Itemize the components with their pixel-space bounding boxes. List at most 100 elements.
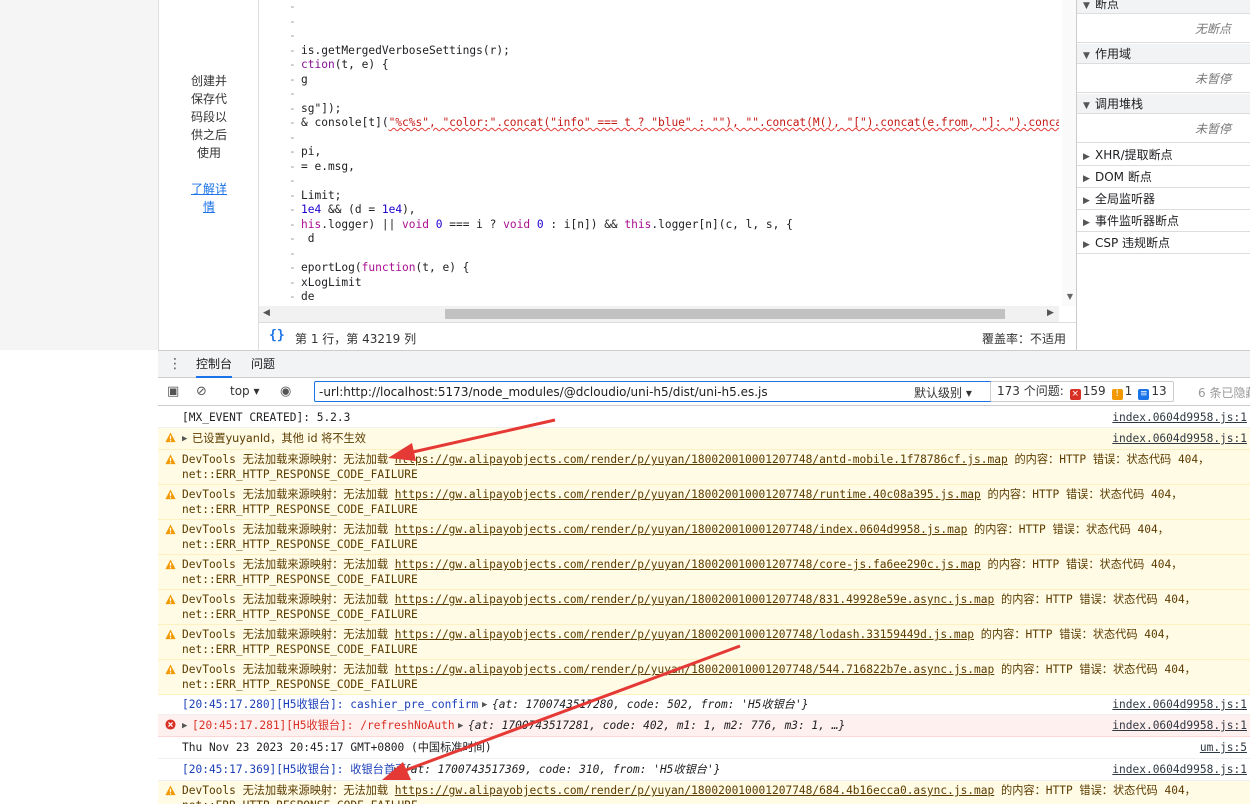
warning-icon [165,594,176,605]
collapse-triangle-icon: ▶ [1083,240,1090,250]
error-icon [165,719,176,730]
expand-triangle-icon: ▼ [1083,101,1090,111]
source-map-link[interactable]: https://gw.alipayobjects.com/render/p/yu… [395,593,994,606]
source-map-link[interactable]: https://gw.alipayobjects.com/render/p/yu… [395,523,968,536]
expand-triangle-icon[interactable]: ▶ [482,698,487,713]
code-line: - eportLog(function(t, e) { [289,261,470,274]
editor-vertical-scrollbar[interactable]: ▼ [1062,0,1076,306]
snippets-hint: 创建并 保存代 码段以 供之后 使用 [190,74,227,160]
scroll-left-icon[interactable]: ◀ [263,308,270,318]
warning-icon [165,559,176,570]
source-link[interactable]: um.js:5 [1200,741,1247,756]
breakpoints-header[interactable]: ▼ 断点 [1077,0,1250,14]
code-line: - sg"]); [289,101,342,115]
source-link[interactable]: index.0604d9958.js:1 [1112,719,1247,734]
snippets-pane: 创建并 保存代 码段以 供之后 使用 了解详 情 [158,0,258,350]
scroll-right-icon[interactable]: ▶ [1047,308,1054,318]
source-link[interactable]: index.0604d9958.js:1 [1112,763,1247,778]
log-level-select[interactable]: 默认级别 ▾ [914,384,972,401]
expand-triangle-icon[interactable]: ▶ [182,719,187,734]
source-link[interactable]: index.0604d9958.js:1 [1112,432,1247,447]
console-message: DevTools 无法加载来源映射：无法加载 https://gw.alipay… [158,625,1250,660]
issues-counter[interactable]: 173 个问题: × 159! 1 ≡ 13 [990,381,1174,402]
code-line: - & console[t]("%c%s", "color:".concat("i… [289,116,1059,129]
context-select[interactable]: top ▾ [230,384,260,398]
expand-triangle-icon[interactable]: ▶ [394,763,399,778]
scrollbar-thumb[interactable] [445,309,1005,319]
scope-header[interactable]: ▼ 作用域 [1077,44,1250,64]
scope-empty: 未暂停 [1077,65,1250,93]
expand-triangle-icon[interactable]: ▶ [458,719,463,734]
code-line: - [289,246,296,260]
more-options-icon[interactable]: ⋮ [168,356,182,372]
scroll-down-icon[interactable]: ▼ [1067,292,1073,301]
console-message: DevTools 无法加载来源映射：无法加载 https://gw.alipay… [158,450,1250,485]
clear-console-icon[interactable]: ⊘ [196,384,207,399]
callstack-header[interactable]: ▼ 调用堆栈 [1077,94,1250,114]
xhr-breakpoints[interactable]: ▶ XHR/提取断点 [1077,144,1250,166]
coverage-status: 覆盖率：不适用 [981,332,1066,346]
global-listeners[interactable]: ▶ 全局监听器 [1077,188,1250,210]
expand-triangle-icon[interactable]: ▶ [182,432,187,447]
console-message: Thu Nov 23 2023 20:45:17 GMT+0800 (中国标准时… [158,737,1250,759]
console-message: DevTools 无法加载来源映射：无法加载 https://gw.alipay… [158,485,1250,520]
source-link[interactable]: index.0604d9958.js:1 [1112,411,1247,426]
event-listener-breakpoints[interactable]: ▶ 事件监听器断点 [1077,210,1250,232]
code-line: -1e4 && (d = 1e4), [289,203,416,216]
hidden-count: 6 条已隐藏 [1198,386,1250,400]
console-message: ▶ [20:45:17.281][H5收银台]: /refreshNoAuth … [158,715,1250,737]
page-background [0,0,158,350]
code-line: - Limit; [289,188,342,202]
sidebar-toggle-icon[interactable]: ▣ [167,384,179,399]
collapse-triangle-icon: ▶ [1083,174,1090,184]
code-line: - = e.msg, [289,159,355,173]
expand-triangle-icon: ▼ [1083,1,1090,11]
console-message: DevTools 无法加载来源映射：无法加载 https://gw.alipay… [158,520,1250,555]
csp-violation-breakpoints[interactable]: ▶ CSP 违规断点 [1077,232,1250,254]
code-line: - d [289,232,315,245]
cursor-position: 第 1 行，第 43219 列 [295,332,417,346]
warning-icon [165,454,176,465]
tab-console[interactable]: 控制台 [196,351,233,378]
console-message: ▶ 已设置yuyanId，其他 id 将不生效 index.0604d9958.… [158,428,1250,450]
eye-icon[interactable]: ◉ [280,384,291,399]
code-line: - de [289,290,315,303]
source-editor[interactable]: - - - - is.getMergedVerboseSettings(r); -… [258,0,1076,322]
console-message: [20:45:17.369][H5收银台]: 收银台首页 ▶ {at: 1700… [158,759,1250,781]
collapse-triangle-icon: ▶ [1083,152,1090,162]
collapse-triangle-icon: ▶ [1083,196,1090,206]
collapse-triangle-icon: ▶ [1083,218,1090,228]
source-map-link[interactable]: https://gw.alipayobjects.com/render/p/yu… [395,663,994,676]
console-message: DevTools 无法加载来源映射：无法加载 https://gw.alipay… [158,555,1250,590]
warning-icon [165,524,176,535]
tab-issues[interactable]: 问题 [251,351,275,378]
console-toolbar: ▣ ⊘ top ▾ ◉ × 默认级别 ▾ 173 个问题:×159!1≡13 6… [158,378,1250,406]
source-map-link[interactable]: https://gw.alipayobjects.com/render/p/yu… [395,488,981,501]
code-line: - pi, [289,145,322,158]
info-icon: ≡ [1138,389,1150,400]
pretty-print-icon[interactable]: {} [269,328,285,343]
code-lines: - - - - is.getMergedVerboseSettings(r); -… [259,0,1059,308]
code-line: - [289,14,296,28]
source-map-link[interactable]: https://gw.alipayobjects.com/render/p/yu… [395,784,994,797]
code-line: - [289,29,296,42]
callstack-empty: 未暂停 [1077,115,1250,143]
learn-more-link[interactable]: 了解详 情 [159,180,259,216]
source-link[interactable]: index.0604d9958.js:1 [1112,698,1247,713]
drawer-tab-bar: ⋮ 控制台 问题 [158,350,1250,378]
code-line: - his.logger) || void 0 === i ? void 0 : … [289,217,793,231]
code-line: - xLogLimit [289,275,362,289]
dom-breakpoints[interactable]: ▶ DOM 断点 [1077,166,1250,188]
error-icon: × [1069,389,1081,400]
warning-icon [165,432,176,443]
editor-horizontal-scrollbar[interactable]: ◀ ▶ [259,306,1059,322]
source-map-link[interactable]: https://gw.alipayobjects.com/render/p/yu… [395,628,974,641]
console-messages: [MX_EVENT CREATED]: 5.2.3 index.0604d995… [158,408,1250,804]
console-message: DevTools 无法加载来源映射：无法加载 https://gw.alipay… [158,660,1250,695]
code-line: - [289,0,296,13]
console-message: DevTools 无法加载来源映射：无法加载 https://gw.alipay… [158,781,1250,804]
source-map-link[interactable]: https://gw.alipayobjects.com/render/p/yu… [395,453,1008,466]
warning-icon: ! [1111,389,1123,400]
source-map-link[interactable]: https://gw.alipayobjects.com/render/p/yu… [395,558,981,571]
warning-icon [165,489,176,500]
